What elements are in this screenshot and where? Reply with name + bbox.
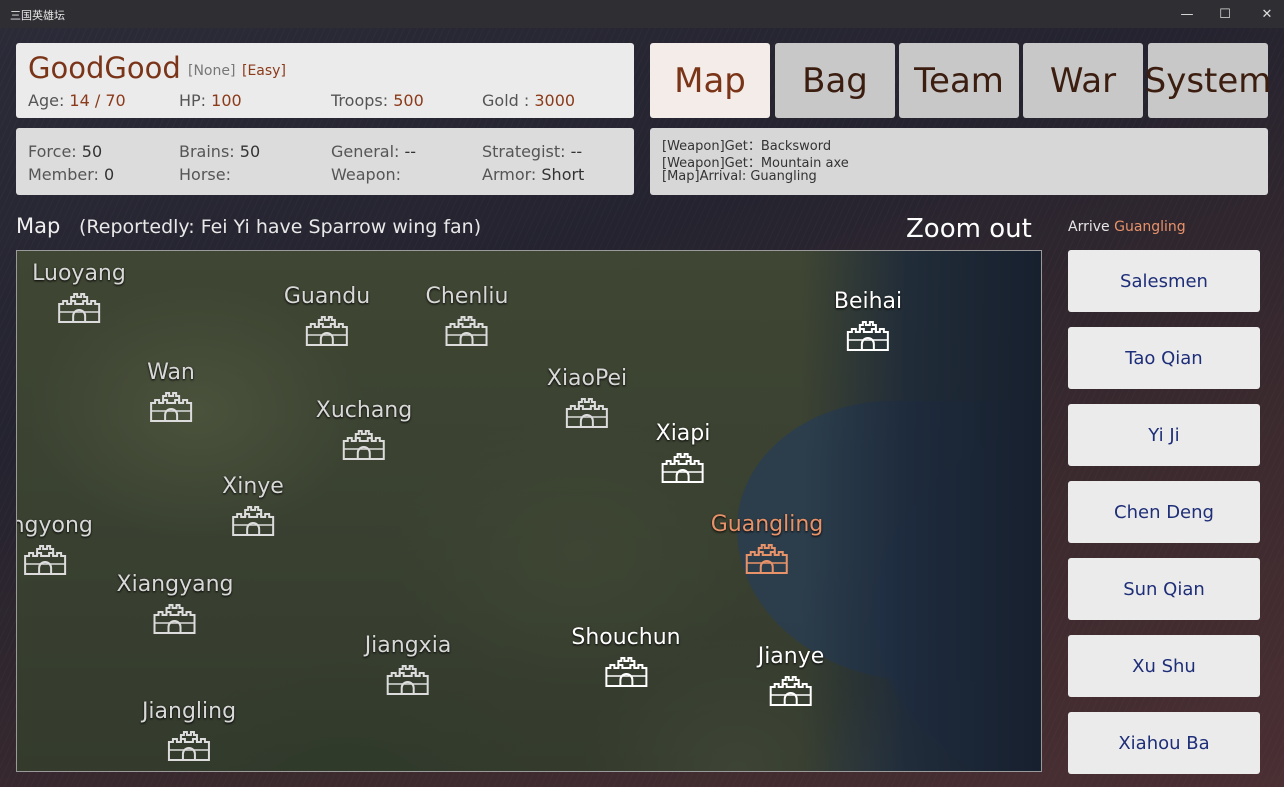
npc-button-xu-shu[interactable]: Xu Shu bbox=[1068, 635, 1260, 697]
city-name: Jiangxia bbox=[364, 633, 452, 658]
city-marker[interactable]: Jianye bbox=[757, 644, 825, 707]
city-marker[interactable]: Shouchun bbox=[571, 625, 681, 688]
troops-stat: Troops: 500 bbox=[331, 91, 424, 110]
age-stat: Age: 14 / 70 bbox=[28, 91, 126, 110]
npc-button-yi-ji[interactable]: Yi Ji bbox=[1068, 404, 1260, 466]
maximize-icon[interactable]: ☐ bbox=[1202, 0, 1248, 28]
npc-button-chen-deng[interactable]: Chen Deng bbox=[1068, 481, 1260, 543]
city-marker[interactable]: Beihai bbox=[834, 289, 902, 352]
force-stat: Force: 50 bbox=[28, 142, 103, 161]
tab-war[interactable]: War bbox=[1023, 43, 1143, 118]
city-name: Xiapi bbox=[655, 421, 711, 446]
armor-stat: Armor: Short bbox=[482, 165, 585, 184]
castle-icon[interactable] bbox=[426, 315, 509, 347]
arrive-label: Arrive Guangling bbox=[1068, 219, 1186, 235]
log-line: [Map]Arrival: Guangling bbox=[662, 169, 817, 184]
gold-stat: Gold : 3000 bbox=[482, 91, 576, 110]
city-marker[interactable]: Wan bbox=[147, 360, 195, 423]
npc-button-xiahou-ba[interactable]: Xiahou Ba bbox=[1068, 712, 1260, 774]
title-bar: 三国英雄坛 — ☐ ✕ bbox=[0, 0, 1284, 28]
city-name: Guandu bbox=[283, 284, 371, 309]
tab-bag[interactable]: Bag bbox=[775, 43, 895, 118]
castle-icon[interactable] bbox=[711, 543, 824, 575]
city-name: Guangling bbox=[710, 512, 824, 537]
city-marker[interactable]: Xuchang bbox=[316, 398, 412, 461]
close-icon[interactable]: ✕ bbox=[1244, 0, 1284, 28]
castle-icon[interactable] bbox=[147, 391, 195, 423]
city-name: Xiangyang bbox=[116, 572, 234, 597]
castle-icon[interactable] bbox=[656, 452, 711, 484]
message-log: [Weapon]Get：Backsword [Weapon]Get：Mounta… bbox=[650, 128, 1268, 195]
castle-icon[interactable] bbox=[222, 505, 284, 537]
city-name: Shouchun bbox=[571, 625, 681, 650]
npc-button-tao-qian[interactable]: Tao Qian bbox=[1068, 327, 1260, 389]
city-marker[interactable]: Xiapi bbox=[655, 421, 711, 484]
profile-panel: GoodGood [None] [Easy] Age: 14 / 70 HP: … bbox=[16, 43, 634, 118]
horse-stat: Horse: bbox=[179, 165, 231, 184]
castle-icon[interactable] bbox=[284, 315, 370, 347]
npc-button-salesmen[interactable]: Salesmen bbox=[1068, 250, 1260, 312]
city-name: Beihai bbox=[833, 289, 903, 314]
brains-stat: Brains: 50 bbox=[179, 142, 261, 161]
arrive-place: Guangling bbox=[1114, 219, 1186, 235]
faction-tag: [None] bbox=[188, 63, 236, 79]
city-name: Luoyang bbox=[32, 261, 126, 286]
castle-icon[interactable] bbox=[17, 544, 93, 576]
castle-icon[interactable] bbox=[365, 664, 452, 696]
city-marker[interactable]: Chenliu bbox=[425, 284, 509, 347]
tab-system[interactable]: System bbox=[1145, 43, 1271, 118]
castle-icon[interactable] bbox=[758, 675, 825, 707]
member-stat: Member: 0 bbox=[28, 165, 115, 184]
city-name: XiaoPei bbox=[546, 366, 628, 391]
city-marker[interactable]: angyong bbox=[17, 513, 93, 576]
weapon-stat: Weapon: bbox=[331, 165, 402, 184]
city-marker[interactable]: XiaoPei bbox=[547, 366, 627, 429]
city-marker[interactable]: Luoyang bbox=[32, 261, 126, 324]
city-marker[interactable]: Guangling bbox=[710, 512, 824, 575]
castle-icon[interactable] bbox=[571, 656, 680, 688]
castle-icon[interactable] bbox=[117, 603, 234, 635]
city-marker[interactable]: Guandu bbox=[284, 284, 370, 347]
castle-icon[interactable] bbox=[316, 429, 412, 461]
city-marker[interactable]: Xinye bbox=[222, 474, 284, 537]
city-name: Xinye bbox=[222, 474, 284, 499]
castle-icon[interactable] bbox=[32, 292, 126, 324]
city-marker[interactable]: Jiangxia bbox=[364, 633, 452, 696]
city-name: Jiangling bbox=[141, 699, 237, 724]
castle-icon[interactable] bbox=[547, 397, 627, 429]
world-map[interactable]: Luoyang Guandu Chenliu Beihai Wan XiaoPei Xuch… bbox=[16, 250, 1042, 772]
city-name: Wan bbox=[147, 360, 195, 385]
rumor-text: (Reportedly: Fei Yi have Sparrow wing fa… bbox=[79, 216, 482, 238]
player-name: GoodGood bbox=[28, 51, 181, 85]
tab-team[interactable]: Team bbox=[899, 43, 1019, 118]
zoom-out-button[interactable]: Zoom out bbox=[906, 214, 1032, 244]
hp-stat: HP: 100 bbox=[179, 91, 242, 110]
castle-icon[interactable] bbox=[142, 730, 236, 762]
window-title: 三国英雄坛 bbox=[10, 9, 65, 22]
castle-icon[interactable] bbox=[834, 320, 902, 352]
tab-map[interactable]: Map bbox=[650, 43, 770, 118]
city-name: angyong bbox=[17, 513, 93, 538]
city-name: Xuchang bbox=[315, 398, 413, 423]
city-marker[interactable]: Jiangling bbox=[142, 699, 236, 762]
general-stat: General: -- bbox=[331, 142, 417, 161]
npc-button-sun-qian[interactable]: Sun Qian bbox=[1068, 558, 1260, 620]
city-name: Jianye bbox=[757, 644, 825, 669]
attributes-panel: Force: 50 Brains: 50 General: -- Strateg… bbox=[16, 128, 634, 195]
map-heading: Map bbox=[16, 214, 61, 238]
strategist-stat: Strategist: -- bbox=[482, 142, 583, 161]
city-name: Chenliu bbox=[425, 284, 509, 309]
city-marker[interactable]: Xiangyang bbox=[116, 572, 234, 635]
difficulty-tag: [Easy] bbox=[242, 63, 286, 79]
